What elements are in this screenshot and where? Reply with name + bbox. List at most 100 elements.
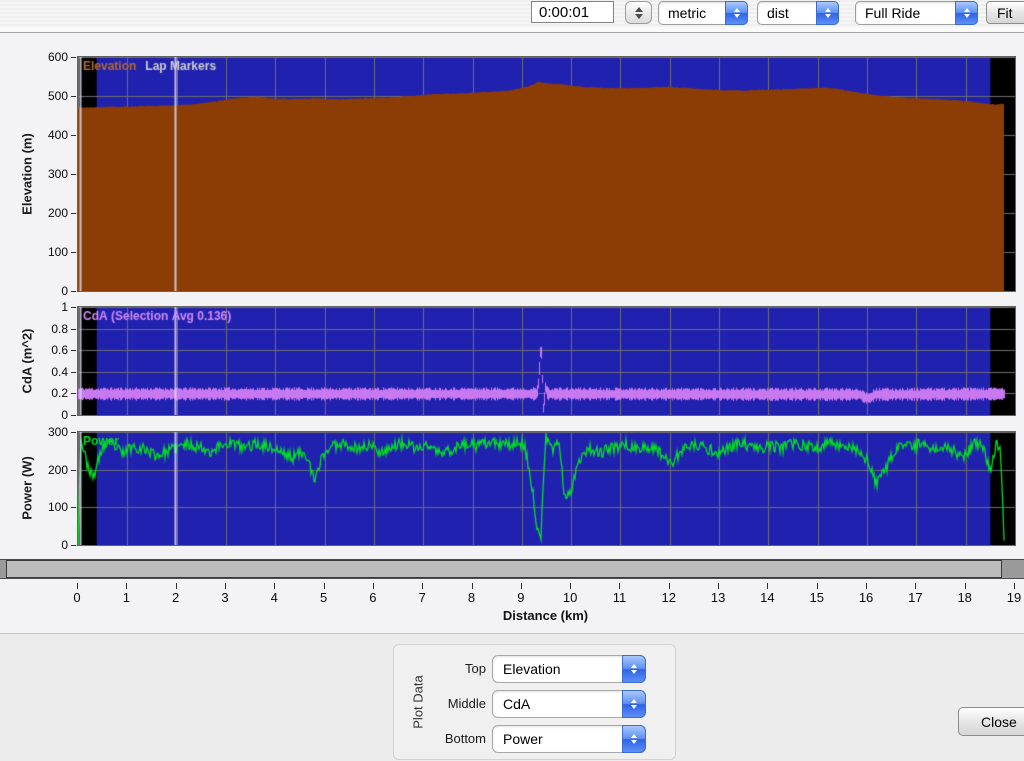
y-tick-mark: [71, 213, 76, 214]
y-tick-mark: [71, 96, 76, 97]
combo-arrows-icon: [816, 1, 839, 25]
y-tick-label: 0.8: [51, 321, 68, 336]
y-tick-mark: [71, 57, 76, 58]
x-tick-label: 2: [172, 590, 180, 605]
x-tick-mark: [619, 583, 620, 589]
fit-button[interactable]: Fit: [986, 1, 1024, 24]
y-tick-label: 200: [47, 462, 68, 477]
y-tick-mark: [71, 329, 76, 330]
combo-arrows-icon: [622, 725, 646, 753]
xaxis-mode-value: dist: [767, 5, 789, 21]
x-tick-label: 4: [270, 590, 278, 605]
x-tick-mark: [1014, 583, 1015, 589]
x-tick-mark: [472, 583, 473, 589]
x-tick-label: 6: [369, 590, 377, 605]
y-tick-label: 0: [61, 284, 68, 298]
x-tick-mark: [817, 583, 818, 589]
y-tick-mark: [71, 470, 76, 471]
y-tick-label: 0.6: [51, 343, 68, 358]
y-tick-mark: [71, 415, 76, 416]
x-tick-mark: [77, 583, 78, 589]
y-tick-mark: [71, 252, 76, 253]
x-tick-mark: [965, 583, 966, 589]
cda-plot[interactable]: [77, 306, 1016, 416]
y-tick-label: 300: [47, 167, 68, 181]
top-plot-select-value: Elevation: [503, 661, 561, 677]
x-tick-mark: [866, 583, 867, 589]
unit-select[interactable]: metric: [658, 1, 748, 25]
y-tick-label: 100: [47, 245, 68, 259]
x-tick-label: 15: [809, 590, 824, 605]
y-tick-label: 300: [47, 425, 68, 439]
stepper-down-icon: [634, 13, 643, 19]
y-tick-mark: [71, 432, 76, 433]
x-tick-mark: [274, 583, 275, 589]
unit-select-value: metric: [668, 5, 707, 21]
y-tick-label: 200: [47, 206, 68, 220]
cda-y-axis: 0 0.2 0.4 0.6 0.8 1: [0, 300, 76, 422]
close-button[interactable]: Close: [958, 707, 1024, 736]
x-tick-mark: [915, 583, 916, 589]
combo-arrows-icon: [622, 690, 646, 718]
x-tick-label: 11: [612, 590, 627, 605]
x-tick-label: 13: [710, 590, 726, 605]
x-tick-label: 5: [319, 590, 328, 605]
x-tick-mark: [718, 583, 719, 589]
y-tick-label: 0: [61, 538, 68, 552]
y-tick-mark: [71, 507, 76, 508]
x-tick-label: 12: [661, 590, 677, 605]
x-tick-label: 18: [957, 590, 972, 605]
time-stepper[interactable]: [625, 1, 652, 24]
bottom-plot-label: Bottom: [444, 731, 486, 746]
y-tick-label: 600: [47, 50, 68, 64]
y-tick-mark: [71, 393, 76, 394]
x-tick-label: 0: [73, 590, 81, 605]
xaxis-mode-select[interactable]: dist: [757, 1, 839, 25]
time-input[interactable]: [531, 1, 614, 23]
y-tick-mark: [71, 135, 76, 136]
top-plot-label: Top: [465, 661, 486, 676]
top-plot-select[interactable]: Elevation: [492, 655, 646, 683]
toolbar: metric dist Full Ride Fit: [0, 0, 1024, 33]
aerolab-window: metric dist Full Ride Fit Elevation (m) …: [0, 0, 1024, 761]
horizontal-scrollbar-track[interactable]: [0, 559, 1024, 579]
y-tick-mark: [71, 174, 76, 175]
x-tick-mark: [767, 583, 768, 589]
combo-arrows-icon: [955, 1, 978, 25]
x-tick-label: 14: [760, 590, 775, 605]
horizontal-scrollbar-thumb[interactable]: [6, 560, 1002, 578]
x-tick-label: 1: [122, 590, 130, 605]
x-tick-mark: [373, 583, 374, 589]
y-tick-label: 100: [47, 500, 68, 515]
y-tick-label: 0.2: [51, 386, 68, 401]
x-tick-label: 10: [562, 590, 578, 605]
power-y-axis: 0 100 200 300: [0, 425, 76, 552]
elevation-plot[interactable]: [77, 56, 1016, 292]
x-tick-label: 7: [418, 590, 426, 605]
bottom-panel: Plot Data Top Elevation Middle CdA Botto…: [0, 633, 1024, 761]
x-tick-mark: [422, 583, 423, 589]
plot-data-groupbox: Plot Data Top Elevation Middle CdA Botto…: [393, 644, 676, 760]
elevation-y-axis: 0 100 200 300 400 500 600: [0, 50, 76, 298]
combo-arrows-icon: [622, 655, 646, 683]
y-tick-mark: [71, 307, 76, 308]
range-select[interactable]: Full Ride: [855, 1, 978, 25]
y-tick-mark: [71, 545, 76, 546]
middle-plot-select-value: CdA: [503, 696, 531, 712]
x-tick-mark: [225, 583, 226, 589]
y-tick-label: 500: [47, 89, 68, 103]
y-tick-mark: [71, 291, 76, 292]
y-tick-mark: [71, 372, 76, 373]
y-tick-mark: [71, 350, 76, 351]
x-tick-mark: [176, 583, 177, 589]
x-tick-label: 16: [858, 590, 874, 605]
bottom-plot-select[interactable]: Power: [492, 725, 646, 753]
power-plot[interactable]: [77, 431, 1016, 546]
x-axis: 0 1 2 3 4 5 6 7 8 9 10 11 12 13 14 15 16 17 18 19: [73, 582, 1021, 608]
y-tick-label: 1: [61, 300, 68, 314]
combo-arrows-icon: [725, 1, 748, 25]
middle-plot-label: Middle: [447, 696, 486, 711]
x-tick-mark: [126, 583, 127, 589]
x-tick-mark: [324, 583, 325, 589]
middle-plot-select[interactable]: CdA: [492, 690, 646, 718]
